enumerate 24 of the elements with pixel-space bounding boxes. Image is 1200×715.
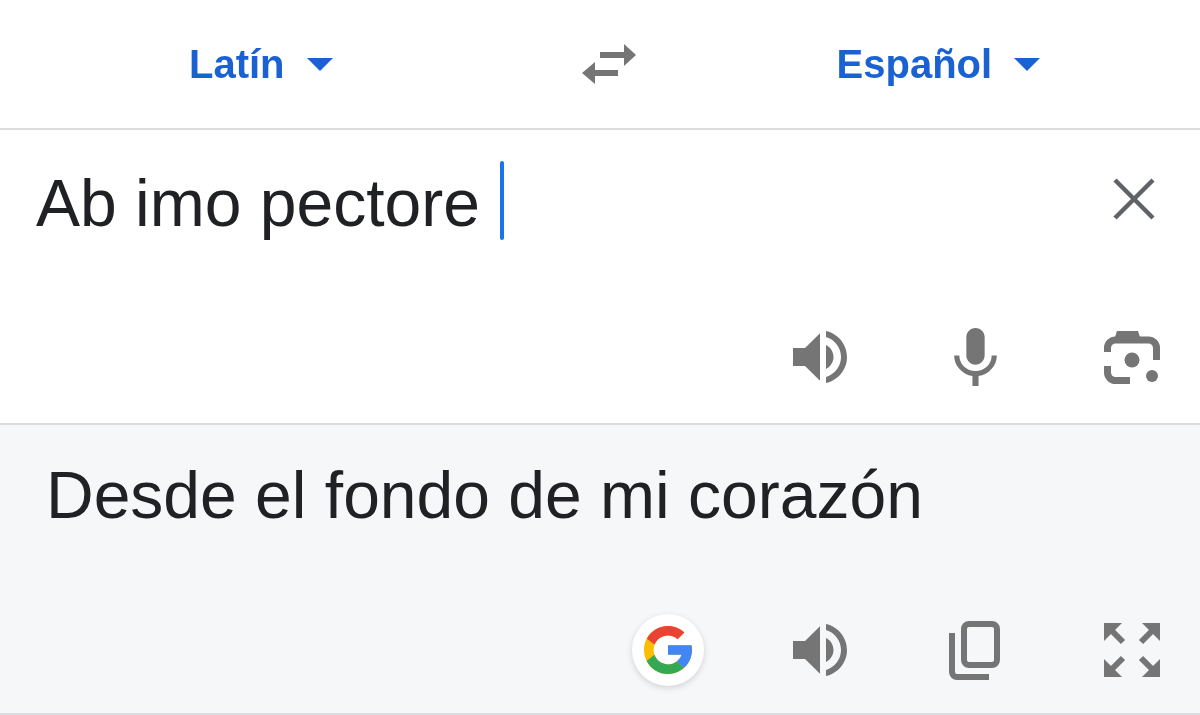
listen-button[interactable] xyxy=(793,624,847,676)
swap-languages-button[interactable] xyxy=(580,43,637,85)
caret-down-icon xyxy=(1014,57,1041,71)
swap-arrows-icon xyxy=(580,43,637,85)
speaker-icon xyxy=(793,331,847,383)
fullscreen-arrows-icon xyxy=(1104,623,1160,677)
caret-down-icon xyxy=(306,57,333,71)
speaker-icon xyxy=(793,624,847,676)
close-icon xyxy=(1112,177,1156,221)
source-language-dropdown[interactable]: Latín xyxy=(189,40,333,88)
source-text-input[interactable]: Ab imo pectore xyxy=(36,163,480,243)
logo-button[interactable] xyxy=(632,614,704,686)
g-logo-icon xyxy=(644,626,692,674)
translation-text: Desde el fondo de mi corazón xyxy=(46,458,923,532)
clear-text-button[interactable] xyxy=(1112,177,1156,221)
copy-button[interactable] xyxy=(947,620,1001,680)
listen-button[interactable] xyxy=(793,331,847,383)
camera-lens-icon xyxy=(1104,330,1160,384)
microphone-icon xyxy=(954,328,997,386)
fullscreen-button[interactable] xyxy=(1104,623,1160,677)
target-language-dropdown[interactable]: Español xyxy=(836,40,1041,88)
camera-input-button[interactable] xyxy=(1104,330,1160,384)
copy-icon xyxy=(947,620,1001,680)
voice-input-button[interactable] xyxy=(954,328,997,386)
